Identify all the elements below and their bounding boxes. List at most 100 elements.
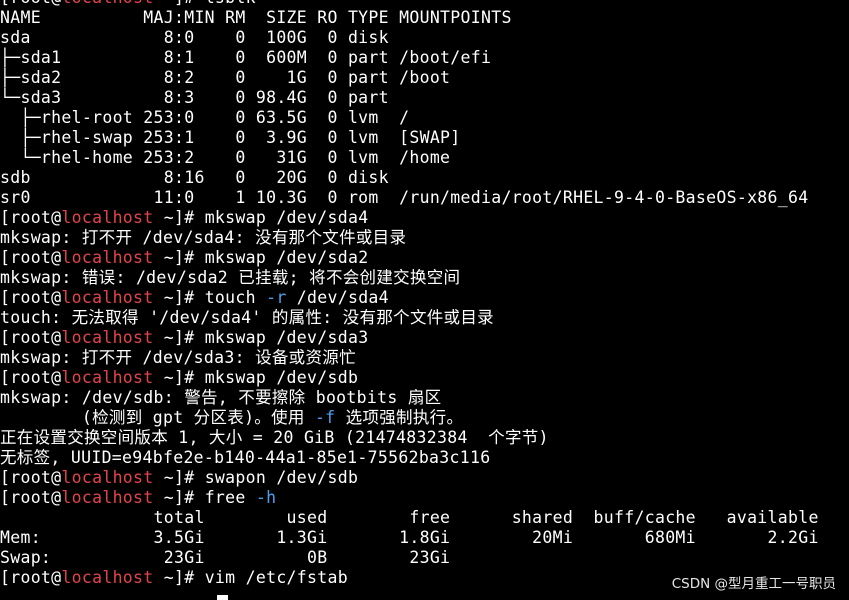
prompt-at: @ (51, 568, 62, 587)
prompt-user: root (10, 568, 52, 587)
output-line: sr0 11:0 1 10.3G 0 rom /run/media/root/R… (0, 188, 819, 208)
prompt-open-bracket: [ (0, 0, 10, 7)
prompt-at: @ (51, 208, 62, 227)
output-line: sda 8:0 0 100G 0 disk (0, 28, 819, 48)
prompt-user: root (10, 488, 52, 507)
output-text: └─rhel-home 253:2 0 31G 0 lvm /home (0, 148, 451, 167)
prompt-at: @ (51, 248, 62, 267)
prompt-line: [root@localhost ~]# mkswap /dev/sda4 (0, 208, 819, 228)
csdn-watermark: CSDN @型月重工一号职员 (671, 576, 836, 592)
output-text: 无标签, UUID=e94bfe2e-b140-44a1-85e1-75562b… (0, 448, 491, 467)
prompt-host: localhost (61, 568, 154, 587)
text-cursor (217, 595, 228, 600)
output-text: mkswap: /dev/sdb: 警告, 不要擦除 bootbits 扇区 (0, 388, 442, 407)
output-text: mkswap: 错误: /dev/sda2 已挂载; 将不会创建交换空间 (0, 268, 461, 287)
output-line: Swap: 23Gi 0B 23Gi (0, 548, 819, 568)
command-flag: -r (266, 288, 287, 307)
command-text: mkswap /dev/sda4 (204, 208, 369, 227)
prompt-at: @ (51, 328, 62, 347)
prompt-suffix: ~]# (153, 288, 205, 307)
output-text: ├─sda1 8:1 0 600M 0 part /boot/efi (0, 48, 492, 67)
prompt-at: @ (51, 488, 62, 507)
prompt-open-bracket: [ (0, 468, 11, 487)
prompt-suffix: ~]# (153, 468, 205, 487)
prompt-host: localhost (61, 488, 154, 507)
prompt-line: [root@localhost ~]# swapon /dev/sdb (0, 468, 819, 488)
output-line: ├─sda2 8:2 0 1G 0 part /boot (0, 68, 819, 88)
output-text: Mem: 3.5Gi 1.3Gi 1.8Gi 20Mi 680Mi 2.2Gi (0, 528, 819, 547)
prompt-open-bracket: [ (0, 208, 11, 227)
output-text: ├─sda2 8:2 0 1G 0 part /boot (0, 68, 451, 87)
command-flag: -h (255, 488, 277, 507)
command-text: mkswap /dev/sda3 (204, 328, 369, 347)
prompt-open-bracket: [ (0, 368, 11, 387)
output-line: sdb 8:16 0 20G 0 disk (0, 168, 819, 188)
prompt-line: [root@localhost ~]# mkswap /dev/sda3 (0, 328, 819, 348)
output-line: mkswap: 打不开 /dev/sda4: 没有那个文件或目录 (0, 228, 819, 248)
prompt-host: localhost (61, 368, 154, 387)
output-line: mkswap: 打不开 /dev/sda3: 设备或资源忙 (0, 348, 819, 368)
output-line: ├─rhel-root 253:0 0 63.5G 0 lvm / (0, 108, 819, 128)
prompt-open-bracket: [ (0, 248, 11, 267)
output-line: NAME MAJ:MIN RM SIZE RO TYPE MOUNTPOINTS (0, 8, 819, 28)
command-text: /dev/sda4 (286, 288, 389, 307)
output-line: └─rhel-home 253:2 0 31G 0 lvm /home (0, 148, 819, 168)
prompt-host: localhost (61, 328, 154, 347)
output-text: 选项强制执行。 (335, 408, 464, 427)
prompt-at: @ (51, 0, 61, 7)
prompt-suffix: ~]# (153, 368, 205, 387)
output-line: 正在设置交换空间版本 1, 大小 = 20 GiB (21474832384 个… (0, 428, 819, 448)
prompt-user: root (10, 328, 52, 347)
prompt-open-bracket: [ (0, 488, 11, 507)
prompt-suffix: ~]# (153, 568, 205, 587)
output-line: mkswap: 错误: /dev/sda2 已挂载; 将不会创建交换空间 (0, 268, 819, 288)
command-text: free (204, 488, 256, 507)
prompt-suffix: ~]# (153, 328, 205, 347)
command-text: swapon /dev/sdb (204, 468, 359, 487)
prompt-open-bracket: [ (0, 328, 11, 347)
command-text: touch (204, 288, 267, 307)
output-text: sdb 8:16 0 20G 0 disk (0, 168, 389, 187)
prompt-suffix: ~]# (153, 488, 205, 507)
output-line: 无标签, UUID=e94bfe2e-b140-44a1-85e1-75562b… (0, 448, 819, 468)
prompt-line: [root@localhost ~]# touch -r /dev/sda4 (0, 288, 819, 308)
prompt-suffix: ~]# (153, 208, 205, 227)
prompt-user: root (10, 288, 52, 307)
command-text: mkswap /dev/sda2 (204, 248, 369, 267)
output-text: total used free shared buff/cache availa… (0, 508, 819, 527)
prompt-user: root (10, 468, 52, 487)
output-line: Mem: 3.5Gi 1.3Gi 1.8Gi 20Mi 680Mi 2.2Gi (0, 528, 819, 548)
prompt-user: root (10, 0, 51, 7)
command-text: mkswap /dev/sdb (204, 368, 359, 387)
prompt-host: localhost (61, 468, 154, 487)
terminal-window[interactable]: [root@localhost ~]# lsblkNAME MAJ:MIN RM… (0, 0, 849, 600)
prompt-host: localhost (61, 288, 154, 307)
output-line: total used free shared buff/cache availa… (0, 508, 819, 528)
output-text: NAME MAJ:MIN RM SIZE RO TYPE MOUNTPOINTS (0, 8, 512, 27)
output-line: ├─rhel-swap 253:1 0 3.9G 0 lvm [SWAP] (0, 128, 819, 148)
prompt-suffix: ~]# (154, 0, 205, 7)
prompt-at: @ (51, 468, 62, 487)
output-text: 正在设置交换空间版本 1, 大小 = 20 GiB (21474832384 个… (0, 428, 549, 447)
output-text: Swap: 23Gi 0B 23Gi (0, 548, 451, 567)
output-line: ├─sda1 8:1 0 600M 0 part /boot/efi (0, 48, 819, 68)
output-text: (检测到 gpt 分区表)。使用 (0, 408, 315, 427)
prompt-open-bracket: [ (0, 288, 11, 307)
output-text: touch: 无法取得 '/dev/sda4' 的属性: 没有那个文件或目录 (0, 308, 494, 327)
prompt-line: [root@localhost ~]# lsblk (0, 0, 819, 8)
terminal-output: [root@localhost ~]# lsblkNAME MAJ:MIN RM… (0, 0, 819, 588)
output-text: └─sda3 8:3 0 98.4G 0 part (0, 88, 389, 107)
prompt-open-bracket: [ (0, 568, 11, 587)
output-line: └─sda3 8:3 0 98.4G 0 part (0, 88, 819, 108)
command-text: vim /etc/fstab (204, 568, 348, 587)
output-line: (检测到 gpt 分区表)。使用 -f 选项强制执行。 (0, 408, 819, 428)
output-text: mkswap: 打不开 /dev/sda4: 没有那个文件或目录 (0, 228, 407, 247)
output-text: sda 8:0 0 100G 0 disk (0, 28, 389, 47)
prompt-line: [root@localhost ~]# mkswap /dev/sda2 (0, 248, 819, 268)
prompt-at: @ (51, 368, 62, 387)
prompt-line: [root@localhost ~]# mkswap /dev/sdb (0, 368, 819, 388)
output-line: mkswap: /dev/sdb: 警告, 不要擦除 bootbits 扇区 (0, 388, 819, 408)
output-flag: -f (314, 408, 336, 427)
prompt-suffix: ~]# (153, 248, 205, 267)
output-text: mkswap: 打不开 /dev/sda3: 设备或资源忙 (0, 348, 356, 367)
